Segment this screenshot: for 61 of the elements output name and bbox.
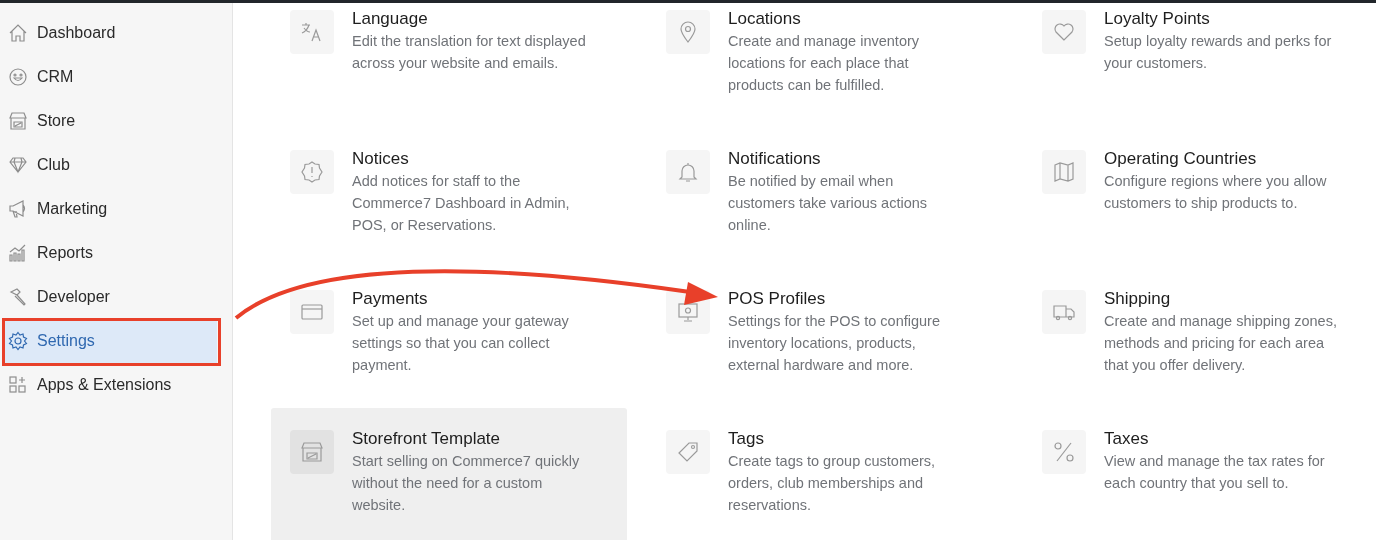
settings-description: Edit the translation for text displayed across your website and emails.: [352, 32, 587, 73]
settings-card[interactable]: Tags Create tags to group customers, orders, club memberships and reservations.: [647, 408, 1003, 540]
sidebar-item[interactable]: Developer: [4, 275, 217, 319]
settings-description: Configure regions where you allow customers to ship products to.: [1104, 172, 1328, 213]
settings-description: Start selling on Commerce7 quickly without the need for a custom website.: [352, 452, 581, 515]
settings-title[interactable]: POS Profiles: [728, 288, 990, 310]
sidebar-item[interactable]: Dashboard: [4, 11, 217, 55]
settings-card[interactable]: Operating Countries Configure regions where you allow customers to ship products to.: [1023, 128, 1376, 268]
settings-title[interactable]: Operating Countries: [1104, 148, 1366, 170]
settings-description: Be notified by email when customers take various actions online.: [728, 172, 929, 235]
sidebar-item[interactable]: Reports: [4, 231, 217, 275]
sidebar-item[interactable]: CRM: [4, 55, 217, 99]
settings-card[interactable]: Locations Create and manage inventory locations for each place that products can be fulfilled.: [647, 0, 1003, 128]
settings-description: View and manage the tax rates for each country that you sell to.: [1104, 452, 1326, 493]
settings-description: Create tags to group customers, orders, club memberships and reservations.: [728, 452, 937, 515]
settings-title[interactable]: Storefront Template: [352, 428, 614, 450]
settings-card[interactable]: Shipping Create and manage shipping zones, methods and pricing for each area that you offer delivery.: [1023, 268, 1376, 408]
hammer-icon: [8, 287, 28, 307]
percent-icon: [1052, 440, 1076, 464]
sidebar-item[interactable]: Apps & Extensions: [4, 363, 217, 407]
settings-title[interactable]: Tags: [728, 428, 990, 450]
settings-description: Create and manage shipping zones, methods and pricing for each area that you offer delivery.: [1104, 312, 1338, 375]
settings-title[interactable]: Shipping: [1104, 288, 1366, 310]
settings-title[interactable]: Language: [352, 8, 614, 30]
monitor-gear-icon: [676, 300, 700, 324]
sidebar-item[interactable]: Club: [4, 143, 217, 187]
settings-title[interactable]: Notifications: [728, 148, 990, 170]
settings-description: Setup loyalty rewards and perks for your customers.: [1104, 32, 1333, 73]
apps-grid-icon: [8, 375, 28, 395]
settings-card[interactable]: Notifications Be notified by email when customers take various actions online.: [647, 128, 1003, 268]
megaphone-icon: [8, 199, 28, 219]
settings-title[interactable]: Notices: [352, 148, 614, 170]
settings-title[interactable]: Loyalty Points: [1104, 8, 1366, 30]
settings-title[interactable]: Payments: [352, 288, 614, 310]
settings-card[interactable]: Storefront Template Start selling on Commerce7 quickly without the need for a custom website.: [271, 408, 627, 540]
sidebar-item[interactable]: Marketing: [4, 187, 217, 231]
gear-icon: [8, 331, 28, 351]
settings-card[interactable]: Language Edit the translation for text displayed across your website and emails.: [271, 0, 627, 128]
settings-title[interactable]: Locations: [728, 8, 990, 30]
tag-icon: [676, 440, 700, 464]
bar-chart-icon: [8, 243, 28, 263]
storefront-icon: [300, 440, 324, 464]
settings-card[interactable]: Loyalty Points Setup loyalty rewards and perks for your customers.: [1023, 0, 1376, 128]
settings-card[interactable]: Notices Add notices for staff to the Commerce7 Dashboard in Admin, POS, or Reservations.: [271, 128, 627, 268]
bell-icon: [676, 160, 700, 184]
sidebar-item[interactable]: Settings: [4, 319, 217, 363]
settings-description: Set up and manage your gateway settings so that you can collect payment.: [352, 312, 570, 375]
map-icon: [1052, 160, 1076, 184]
storefront-icon: [8, 111, 28, 131]
home-icon: [8, 23, 28, 43]
sidebar-item[interactable]: Store: [4, 99, 217, 143]
settings-card[interactable]: Taxes View and manage the tax rates for each country that you sell to.: [1023, 408, 1376, 540]
settings-title[interactable]: Taxes: [1104, 428, 1366, 450]
settings-card[interactable]: Payments Set up and manage your gateway settings so that you can collect payment.: [271, 268, 627, 408]
translate-icon: [300, 20, 324, 44]
settings-description: Create and manage inventory locations for each place that products can be fulfilled.: [728, 32, 921, 95]
smiley-icon: [8, 67, 28, 87]
settings-description: Add notices for staff to the Commerce7 Dashboard in Admin, POS, or Reservations.: [352, 172, 571, 235]
settings-description: Settings for the POS to configure inventory locations, products, external hardware and more.: [728, 312, 941, 375]
diamond-icon: [8, 155, 28, 175]
alert-badge-icon: [300, 160, 324, 184]
